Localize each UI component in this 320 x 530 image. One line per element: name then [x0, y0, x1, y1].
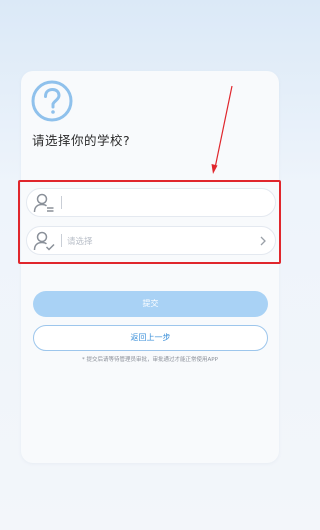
school-select-field[interactable]: 请选择 — [26, 226, 276, 255]
approval-hint: * 提交后请等待管理员审批，审批通过才能正常使用APP — [82, 357, 218, 363]
field-divider — [61, 234, 62, 247]
text-cursor — [61, 196, 62, 209]
chevron-right-icon — [260, 236, 266, 246]
submit-button[interactable]: 提交 — [33, 291, 268, 317]
user-list-icon — [33, 193, 54, 212]
user-check-icon — [33, 231, 55, 251]
school-select-placeholder: 请选择 — [67, 236, 93, 247]
school-input-field[interactable] — [26, 188, 276, 217]
back-button[interactable]: 返回上一步 — [33, 325, 268, 351]
page-title: 请选择你的学校? — [32, 133, 131, 148]
question-circle-icon — [31, 80, 73, 122]
